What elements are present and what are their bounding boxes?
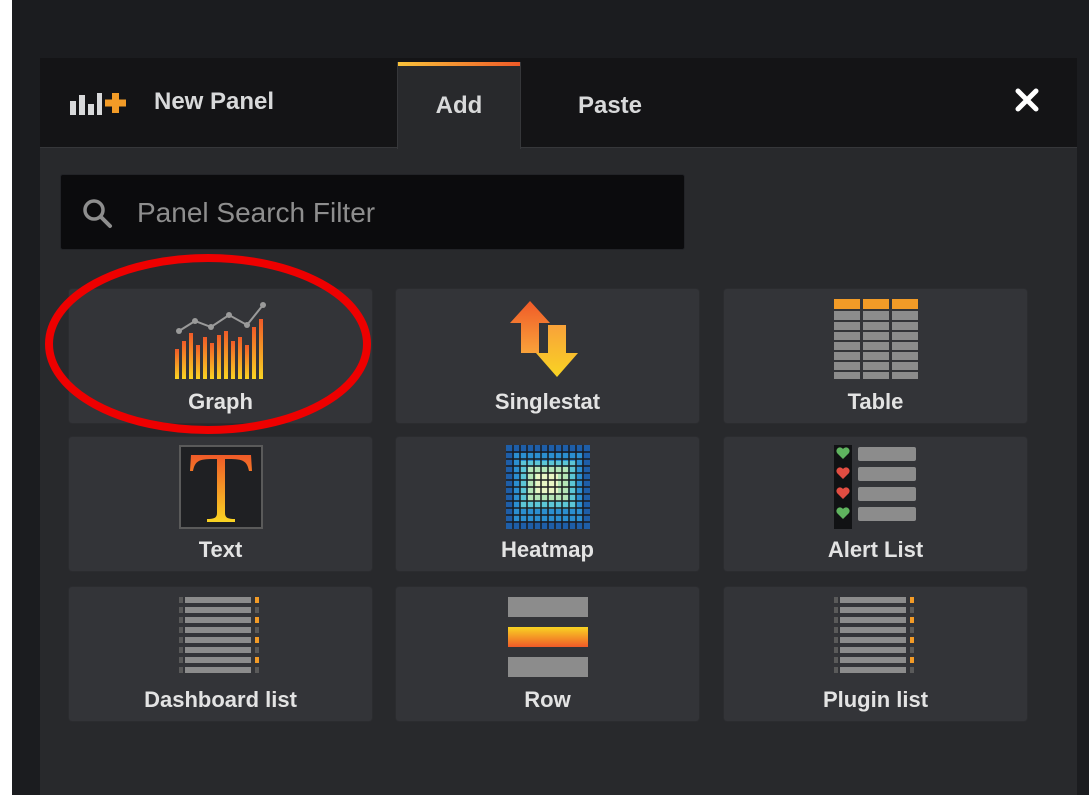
search-input[interactable]	[137, 185, 667, 241]
panel-card-label: Dashboard list	[144, 687, 297, 712]
panel-type-grid: Graph Singlestat Table Text Heatmap Aler…	[68, 288, 1030, 722]
panel-card-row[interactable]: Row	[395, 586, 700, 722]
panel-card-graph[interactable]: Graph	[68, 288, 373, 424]
heatmap-icon	[505, 445, 590, 529]
panel-card-label: Alert List	[827, 537, 924, 562]
tab-add-label: Add	[435, 91, 483, 119]
panel-card-label: Table	[847, 389, 904, 414]
text-icon	[178, 445, 263, 529]
dialog-header: New Panel Add Paste	[40, 58, 1077, 149]
dashboard-list-icon	[178, 597, 259, 673]
panel-card-table[interactable]: Table	[723, 288, 1028, 424]
panel-card-label: Row	[524, 687, 571, 712]
tab-paste-label: Paste	[577, 91, 643, 119]
close-button[interactable]	[1011, 84, 1043, 116]
panel-card-dashboard-list[interactable]: Dashboard list	[68, 586, 373, 722]
close-icon	[1015, 88, 1039, 112]
panel-card-heatmap[interactable]: Heatmap	[395, 436, 700, 572]
panel-card-label: Singlestat	[494, 389, 601, 414]
panel-card-label: Plugin list	[822, 687, 929, 712]
panel-card-singlestat[interactable]: Singlestat	[395, 288, 700, 424]
search-icon	[83, 199, 112, 228]
dashboard-background: New Panel Add Paste Panel Search Filter …	[12, 0, 1089, 795]
panel-add-icon	[70, 93, 126, 115]
graph-icon	[174, 302, 266, 379]
table-icon	[833, 299, 918, 379]
panel-card-plugin-list[interactable]: Plugin list	[723, 586, 1028, 722]
new-panel-dialog: New Panel Add Paste Panel Search Filter …	[40, 58, 1077, 795]
singlestat-icon	[509, 301, 578, 377]
panel-card-label: Graph	[188, 389, 253, 414]
panel-card-label: Heatmap	[501, 537, 594, 562]
tab-paste[interactable]: Paste	[550, 62, 670, 149]
alert-list-icon	[833, 445, 916, 529]
panel-card-text[interactable]: Text	[68, 436, 373, 572]
header-title: New Panel	[154, 88, 275, 115]
search-box[interactable]	[60, 174, 685, 250]
tab-add[interactable]: Add	[397, 62, 521, 149]
plugin-list-icon	[833, 597, 914, 673]
panel-card-alert-list[interactable]: Alert List	[723, 436, 1028, 572]
row-icon	[507, 597, 588, 677]
header-brand: New Panel	[70, 82, 274, 122]
panel-card-label: Text	[198, 537, 243, 562]
